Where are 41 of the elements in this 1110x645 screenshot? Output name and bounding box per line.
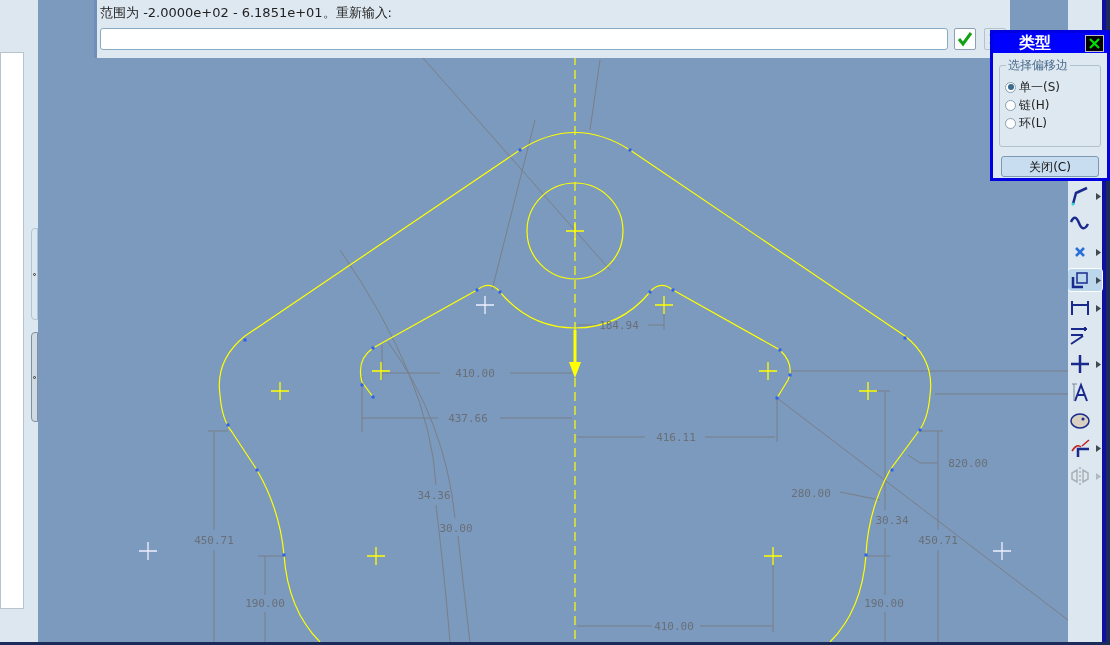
- dimension-label[interactable]: 190.00: [864, 597, 904, 610]
- constraint-icon: [1069, 353, 1091, 375]
- offset-icon: [1069, 269, 1091, 291]
- dialog-title: 类型: [1019, 34, 1051, 52]
- direction-arrow: [569, 330, 581, 378]
- prompt-message: 范围为 -2.0000e+02 - 6.1851e+01。重新输入:: [100, 4, 393, 22]
- mirror-icon: [1069, 465, 1091, 487]
- radio-button[interactable]: [1005, 81, 1016, 93]
- dropdown-arrow-icon: [1096, 360, 1101, 368]
- dimension-label[interactable]: 30.34: [875, 514, 909, 527]
- dimension-label[interactable]: 450.71: [194, 534, 234, 547]
- group-label: 选择偏移边: [1006, 58, 1070, 72]
- toolbar-button[interactable]: [1067, 268, 1103, 292]
- trim-icon: [1069, 437, 1091, 459]
- dropdown-arrow-icon: [1096, 192, 1101, 200]
- checkmark-icon: [957, 31, 973, 47]
- panel-handle[interactable]: [31, 332, 38, 422]
- dimension-label[interactable]: 410.00: [455, 367, 495, 380]
- dimension-label[interactable]: 820.00: [948, 457, 988, 470]
- dimension-label[interactable]: 280.00: [791, 487, 831, 500]
- dropdown-arrow-icon: [1096, 444, 1101, 452]
- close-button[interactable]: [1085, 34, 1104, 52]
- dimension-label[interactable]: 190.00: [245, 597, 285, 610]
- close-icon: [1089, 37, 1100, 49]
- dimension-label[interactable]: 450.71: [918, 534, 958, 547]
- dropdown-arrow-icon: [1096, 276, 1101, 284]
- dropdown-arrow-icon: [1096, 248, 1101, 256]
- dimension-label[interactable]: 416.11: [656, 431, 696, 444]
- dropdown-arrow-icon: [1096, 304, 1101, 312]
- radio-button[interactable]: [1005, 99, 1016, 111]
- dimension-label[interactable]: 184.94: [599, 319, 639, 332]
- text-icon: [1069, 381, 1091, 403]
- radio-button[interactable]: [1005, 117, 1016, 129]
- value-input-field[interactable]: [100, 28, 948, 50]
- dimension-label[interactable]: 34.36: [417, 489, 451, 502]
- accept-button[interactable]: [954, 28, 976, 50]
- dimension-label[interactable]: 437.66: [448, 412, 488, 425]
- dimension-label[interactable]: 30.00: [439, 522, 473, 535]
- dimension-label[interactable]: 410.00: [654, 620, 694, 633]
- close-dialog-button[interactable]: 关闭(C): [1001, 156, 1099, 177]
- dropdown-arrow-icon: [1096, 472, 1101, 480]
